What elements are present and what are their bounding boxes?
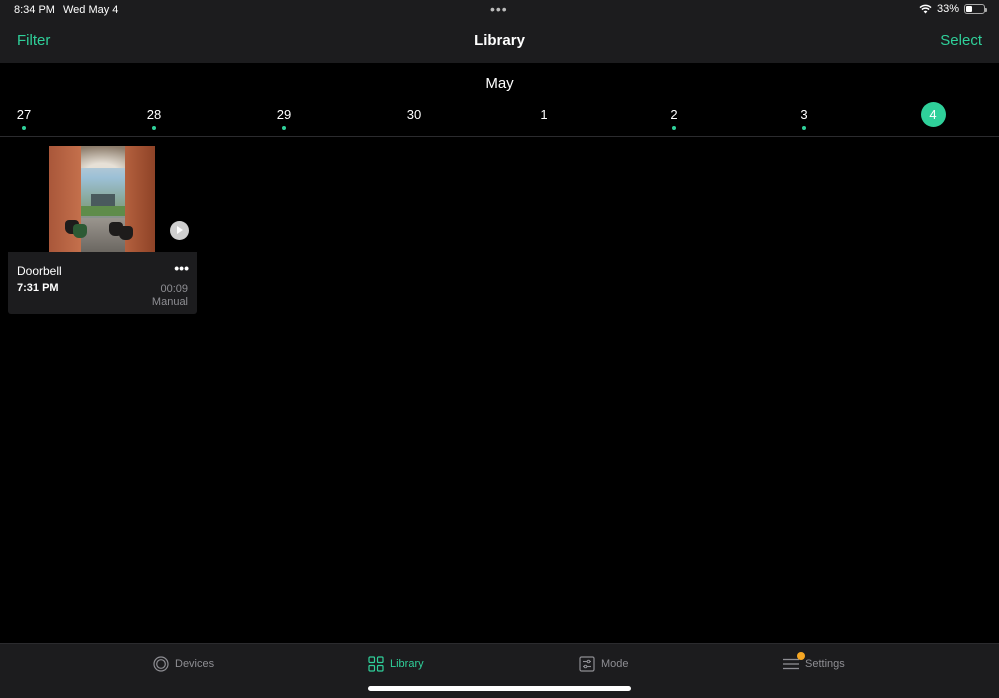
wifi-icon — [919, 4, 932, 14]
tab-settings[interactable]: Settings — [783, 652, 845, 672]
tab-mode[interactable]: Mode — [579, 656, 629, 672]
multitasking-dots-icon[interactable]: ••• — [490, 1, 508, 17]
event-indicator-dot — [672, 126, 676, 130]
date-4[interactable]: 4 — [913, 100, 953, 127]
more-options-icon[interactable]: ••• — [174, 260, 189, 276]
date-number: 29 — [276, 107, 292, 122]
event-card[interactable]: Doorbell ••• 7:31 PM 00:09 Manual — [8, 252, 197, 314]
date-29[interactable]: 29 — [264, 100, 304, 130]
date-27[interactable]: 27 — [4, 100, 44, 130]
event-indicator-dot — [802, 126, 806, 130]
date-number: 27 — [16, 107, 32, 122]
navigation-bar: Filter Library Select — [0, 22, 999, 63]
tab-library[interactable]: Library — [368, 656, 424, 672]
status-bar: 8:34 PM Wed May 4 ••• 33% — [0, 0, 999, 22]
status-right: 33% — [919, 3, 987, 15]
date-30[interactable]: 30 — [394, 100, 434, 123]
home-indicator[interactable] — [368, 686, 631, 691]
date-number: 2 — [670, 107, 678, 122]
status-date: Wed May 4 — [63, 4, 119, 16]
battery-fill — [966, 6, 972, 12]
thumb-lawn — [79, 206, 125, 216]
event-thumbnail[interactable] — [49, 146, 155, 252]
tab-label: Devices — [175, 658, 215, 670]
event-time: 7:31 PM — [17, 282, 59, 294]
thumb-planter — [73, 224, 87, 238]
date-number: 4 — [920, 102, 946, 127]
date-number: 30 — [406, 107, 422, 122]
library-grid-icon — [368, 656, 384, 672]
devices-icon — [153, 656, 169, 672]
date-number: 3 — [800, 107, 808, 122]
event-device-name: Doorbell — [17, 264, 62, 278]
tab-devices[interactable]: Devices — [153, 656, 214, 672]
play-icon[interactable] — [170, 221, 189, 240]
date-number: 28 — [146, 107, 162, 122]
tab-label: Mode — [601, 658, 629, 670]
battery-percent: 33% — [936, 3, 959, 15]
battery-icon — [964, 4, 987, 14]
date-strip-divider — [0, 136, 999, 137]
event-trigger: Manual — [151, 296, 188, 308]
settings-menu-icon — [783, 652, 805, 672]
status-time: 8:34 PM — [14, 4, 55, 16]
event-indicator-dot — [282, 126, 286, 130]
event-indicator-dot — [152, 126, 156, 130]
month-label: May — [485, 75, 514, 92]
event-indicator-dot — [22, 126, 26, 130]
notification-badge — [797, 652, 805, 660]
select-button[interactable]: Select — [940, 32, 982, 49]
tab-label: Library — [390, 658, 424, 670]
date-strip: 27 28 29 30 1 2 3 4 — [0, 100, 999, 136]
page-title: Library — [474, 32, 525, 49]
tab-label: Settings — [805, 658, 845, 670]
date-2[interactable]: 2 — [654, 100, 694, 130]
thumb-planter — [119, 226, 133, 240]
date-3[interactable]: 3 — [784, 100, 824, 130]
date-number: 1 — [540, 107, 548, 122]
library-screen: 8:34 PM Wed May 4 ••• 33% Filter Library… — [0, 0, 999, 698]
mode-sliders-icon — [579, 656, 595, 672]
date-1[interactable]: 1 — [524, 100, 564, 123]
event-duration: 00:09 — [160, 283, 188, 295]
date-28[interactable]: 28 — [134, 100, 174, 130]
